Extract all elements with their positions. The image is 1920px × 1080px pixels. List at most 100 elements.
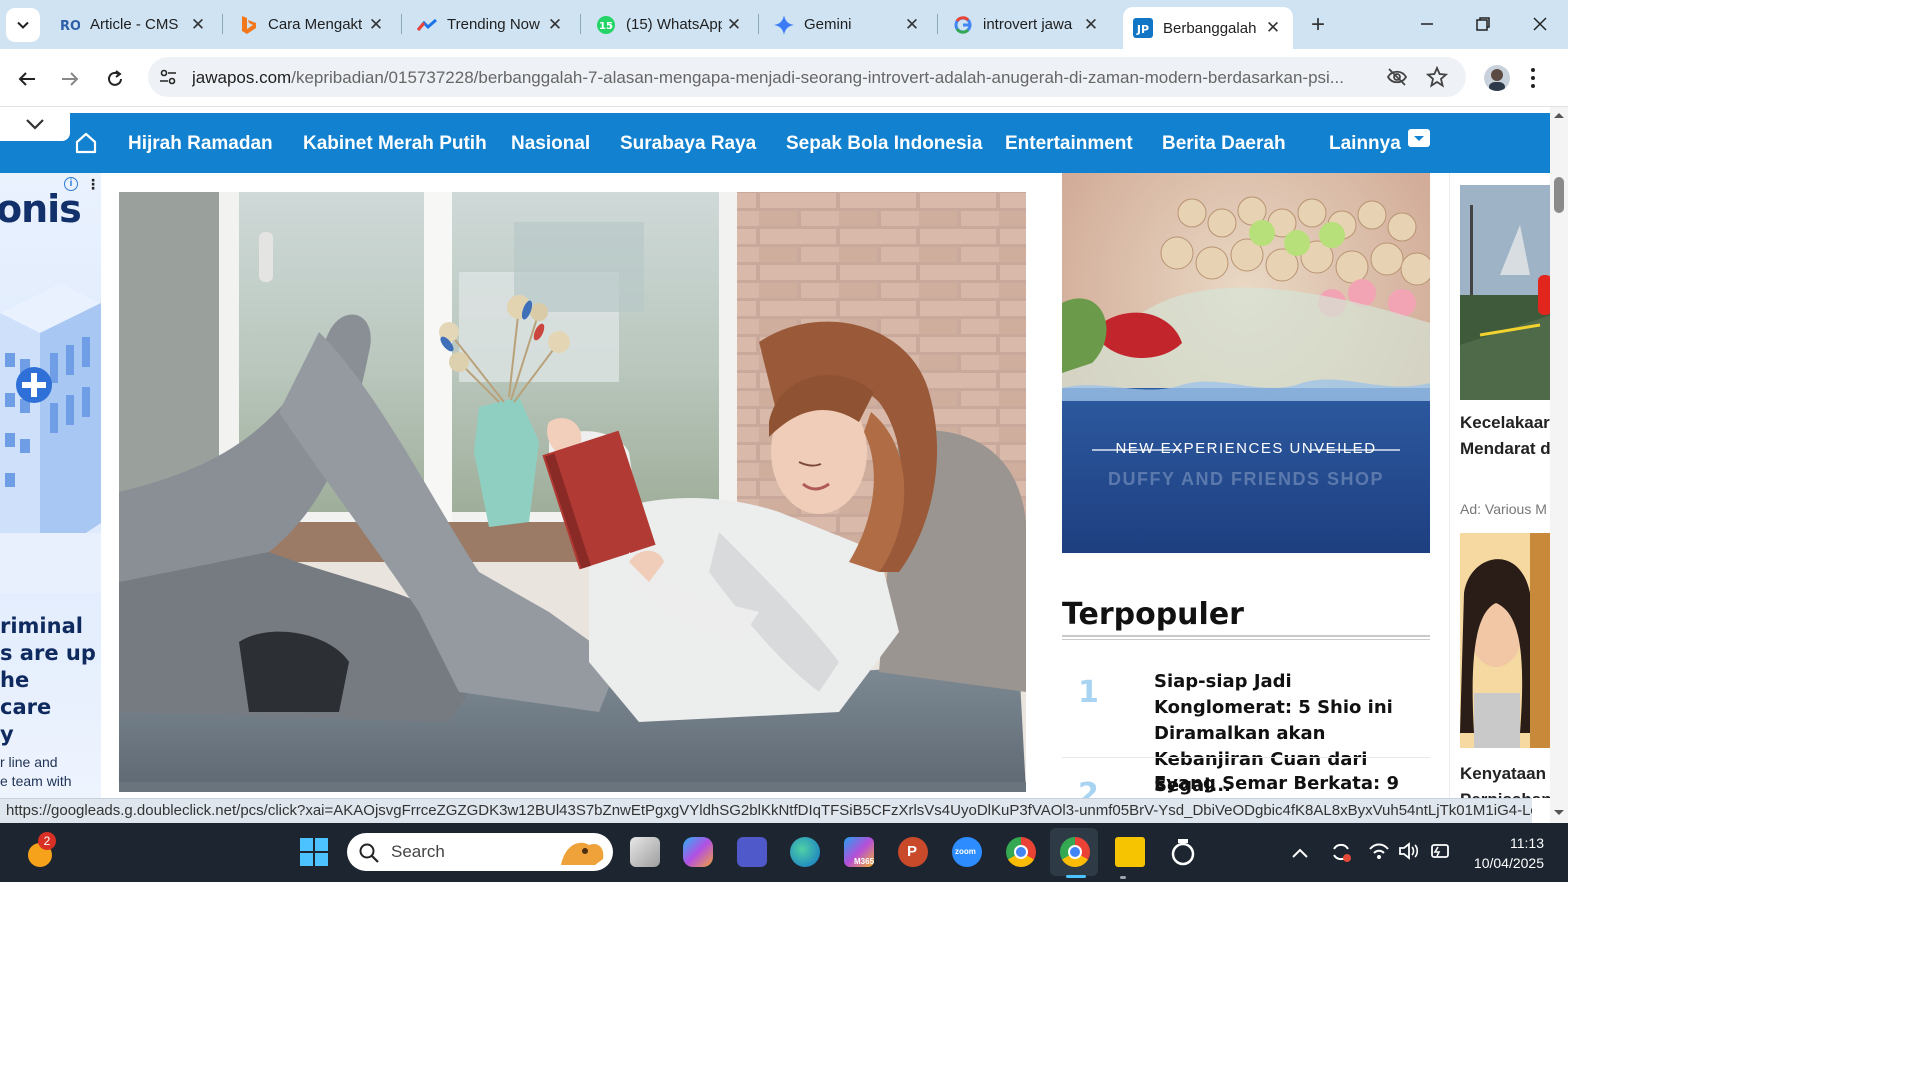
related-story-title[interactable]: Kecelakaar (1460, 410, 1550, 436)
tab-introvert-jawa[interactable]: introvert jawa ✕ (937, 0, 1111, 49)
tab-gemini[interactable]: Gemini ✕ (758, 0, 932, 49)
taskbar-search[interactable]: Search (347, 833, 613, 871)
close-icon[interactable]: ✕ (543, 13, 567, 37)
nav-hijrah-ramadan[interactable]: Hijrah Ramadan (128, 133, 273, 155)
page-viewport: Hijrah Ramadan Kabinet Merah Putih Nasio… (0, 107, 1550, 798)
close-icon[interactable]: ✕ (364, 13, 388, 37)
link-status-bar: https://googleads.g.doubleclick.net/pcs/… (0, 798, 1532, 823)
close-icon[interactable]: ✕ (1261, 16, 1285, 40)
gemini-icon (774, 14, 794, 35)
notification-badge: 2 (38, 832, 56, 850)
close-icon[interactable]: ✕ (722, 13, 746, 37)
tab-search-button[interactable] (6, 8, 40, 42)
chevron-up-icon[interactable] (1292, 845, 1308, 863)
menu-toggle-button[interactable] (0, 107, 70, 141)
crash-news-thumbnail[interactable] (1460, 185, 1550, 400)
minimize-button[interactable] (1407, 6, 1447, 42)
copilot-icon[interactable] (683, 837, 713, 867)
nav-berita-daerah[interactable]: Berita Daerah (1162, 133, 1286, 155)
section-heading: Terpopuler (1062, 597, 1244, 632)
tab-whatsapp[interactable]: 15 (15) WhatsApp ✕ (580, 0, 754, 49)
eye-off-icon[interactable] (1386, 66, 1408, 93)
restore-button[interactable] (1463, 6, 1503, 42)
duffy-ad-banner[interactable]: NEW EXPERIENCES UNVEILED DUFFY AND FRIEN… (1062, 173, 1430, 553)
ad-small-line: r line and (0, 754, 58, 770)
ad-text-line: riminal (0, 614, 83, 638)
ad-headline: NEW EXPERIENCES UNVEILED (1115, 440, 1377, 457)
focus-icon[interactable] (1170, 839, 1196, 872)
tab-strip: RO Article - CMS ✕ Cara Mengakt ✕ Trendi… (0, 0, 1568, 49)
ad-menu-icon[interactable]: ⋮ (86, 176, 100, 193)
clock-time: 11:13 (1510, 835, 1544, 851)
windows-taskbar: 2 Search M365 P zoom 11:13 10/04/2025 (0, 823, 1568, 882)
nav-surabaya-raya[interactable]: Surabaya Raya (620, 133, 756, 155)
system-clock[interactable]: 11:13 10/04/2025 (1474, 833, 1544, 873)
url-text[interactable]: jawapos.com/kepribadian/015737228/berban… (192, 68, 1372, 88)
address-bar[interactable]: jawapos.com/kepribadian/015737228/berban… (148, 57, 1466, 97)
nav-nasional[interactable]: Nasional (511, 133, 590, 155)
forward-arrow-icon (62, 72, 79, 86)
jawapos-icon: JP (1133, 18, 1153, 38)
tab-berbanggalah[interactable]: JP Berbanggalah ✕ (1123, 7, 1293, 49)
divider (1062, 757, 1430, 758)
bookmark-star-icon[interactable] (1425, 65, 1449, 93)
related-story-title[interactable]: Perpisahan (1460, 787, 1550, 798)
volume-icon[interactable] (1398, 841, 1420, 866)
chrome-icon[interactable] (1006, 837, 1036, 867)
teams-icon[interactable] (737, 837, 767, 867)
back-button[interactable] (10, 62, 44, 96)
popular-rank: 1 (1078, 675, 1099, 710)
nav-entertainment[interactable]: Entertainment (1005, 133, 1133, 155)
site-navbar: Hijrah Ramadan Kabinet Merah Putih Nasio… (0, 113, 1550, 173)
home-icon[interactable] (74, 131, 98, 155)
nav-lainnya[interactable]: Lainnya (1329, 133, 1401, 155)
forward-button[interactable] (53, 62, 87, 96)
edge-icon[interactable] (790, 837, 820, 867)
kebab-menu-icon[interactable] (1530, 67, 1536, 94)
google-icon (953, 15, 973, 35)
running-indicator (1120, 876, 1126, 879)
new-tab-button[interactable]: + (1304, 11, 1332, 39)
trends-icon (417, 15, 437, 35)
related-story-title[interactable]: Kenyataan (1460, 761, 1546, 787)
zoom-icon[interactable]: zoom (952, 837, 982, 867)
close-icon[interactable]: ✕ (186, 13, 210, 37)
page-scrollbar[interactable] (1550, 107, 1568, 823)
tab-article-cms[interactable]: RO Article - CMS ✕ (44, 0, 218, 49)
wifi-icon[interactable] (1368, 841, 1390, 866)
clock-date: 10/04/2025 (1473, 855, 1544, 871)
search-highlight-icon (561, 842, 604, 865)
celebrity-thumbnail[interactable] (1460, 533, 1550, 748)
tab-cara-mengakt[interactable]: Cara Mengakt ✕ (222, 0, 396, 49)
profile-avatar[interactable] (1484, 65, 1510, 91)
battery-icon[interactable] (1428, 841, 1450, 866)
m365-icon[interactable]: M365 (844, 837, 874, 867)
chrome-profile-icon[interactable] (1060, 837, 1090, 867)
close-window-button[interactable] (1520, 6, 1560, 42)
sync-icon[interactable] (1330, 841, 1352, 868)
active-indicator (1066, 875, 1086, 878)
ad-hospital-illustration (0, 283, 101, 593)
scroll-down-icon[interactable] (1553, 809, 1565, 817)
left-ad-banner[interactable]: i ⋮ onis riminal s are up he care y r li… (0, 173, 101, 798)
nav-kabinet-merah-putih[interactable]: Kabinet Merah Putih (303, 133, 487, 155)
reload-button[interactable] (98, 62, 132, 96)
svg-text:RO: RO (60, 19, 80, 33)
file-explorer-icon[interactable] (630, 837, 660, 867)
close-icon[interactable]: ✕ (1079, 13, 1103, 37)
site-info-icon[interactable] (158, 67, 178, 92)
powerpoint-icon[interactable]: P (898, 837, 928, 867)
dropdown-caret-icon[interactable] (1408, 129, 1430, 147)
windows-start-icon[interactable] (300, 838, 328, 871)
popular-item-link[interactable]: Eyang Semar Berkata: 9 (1154, 771, 1420, 797)
close-icon[interactable]: ✕ (900, 13, 924, 37)
nav-sepak-bola-indonesia[interactable]: Sepak Bola Indonesia (786, 133, 982, 155)
scroll-up-icon[interactable] (1553, 111, 1565, 119)
related-story-title[interactable]: Mendarat d (1460, 436, 1550, 462)
scroll-thumb[interactable] (1554, 177, 1564, 213)
weather-widget[interactable]: 2 (26, 832, 56, 869)
tab-trending-now[interactable]: Trending Now ✕ (401, 0, 575, 49)
sticky-notes-icon[interactable] (1115, 837, 1145, 867)
chevron-down-icon (17, 21, 29, 29)
m365-label: M365 (854, 857, 875, 866)
